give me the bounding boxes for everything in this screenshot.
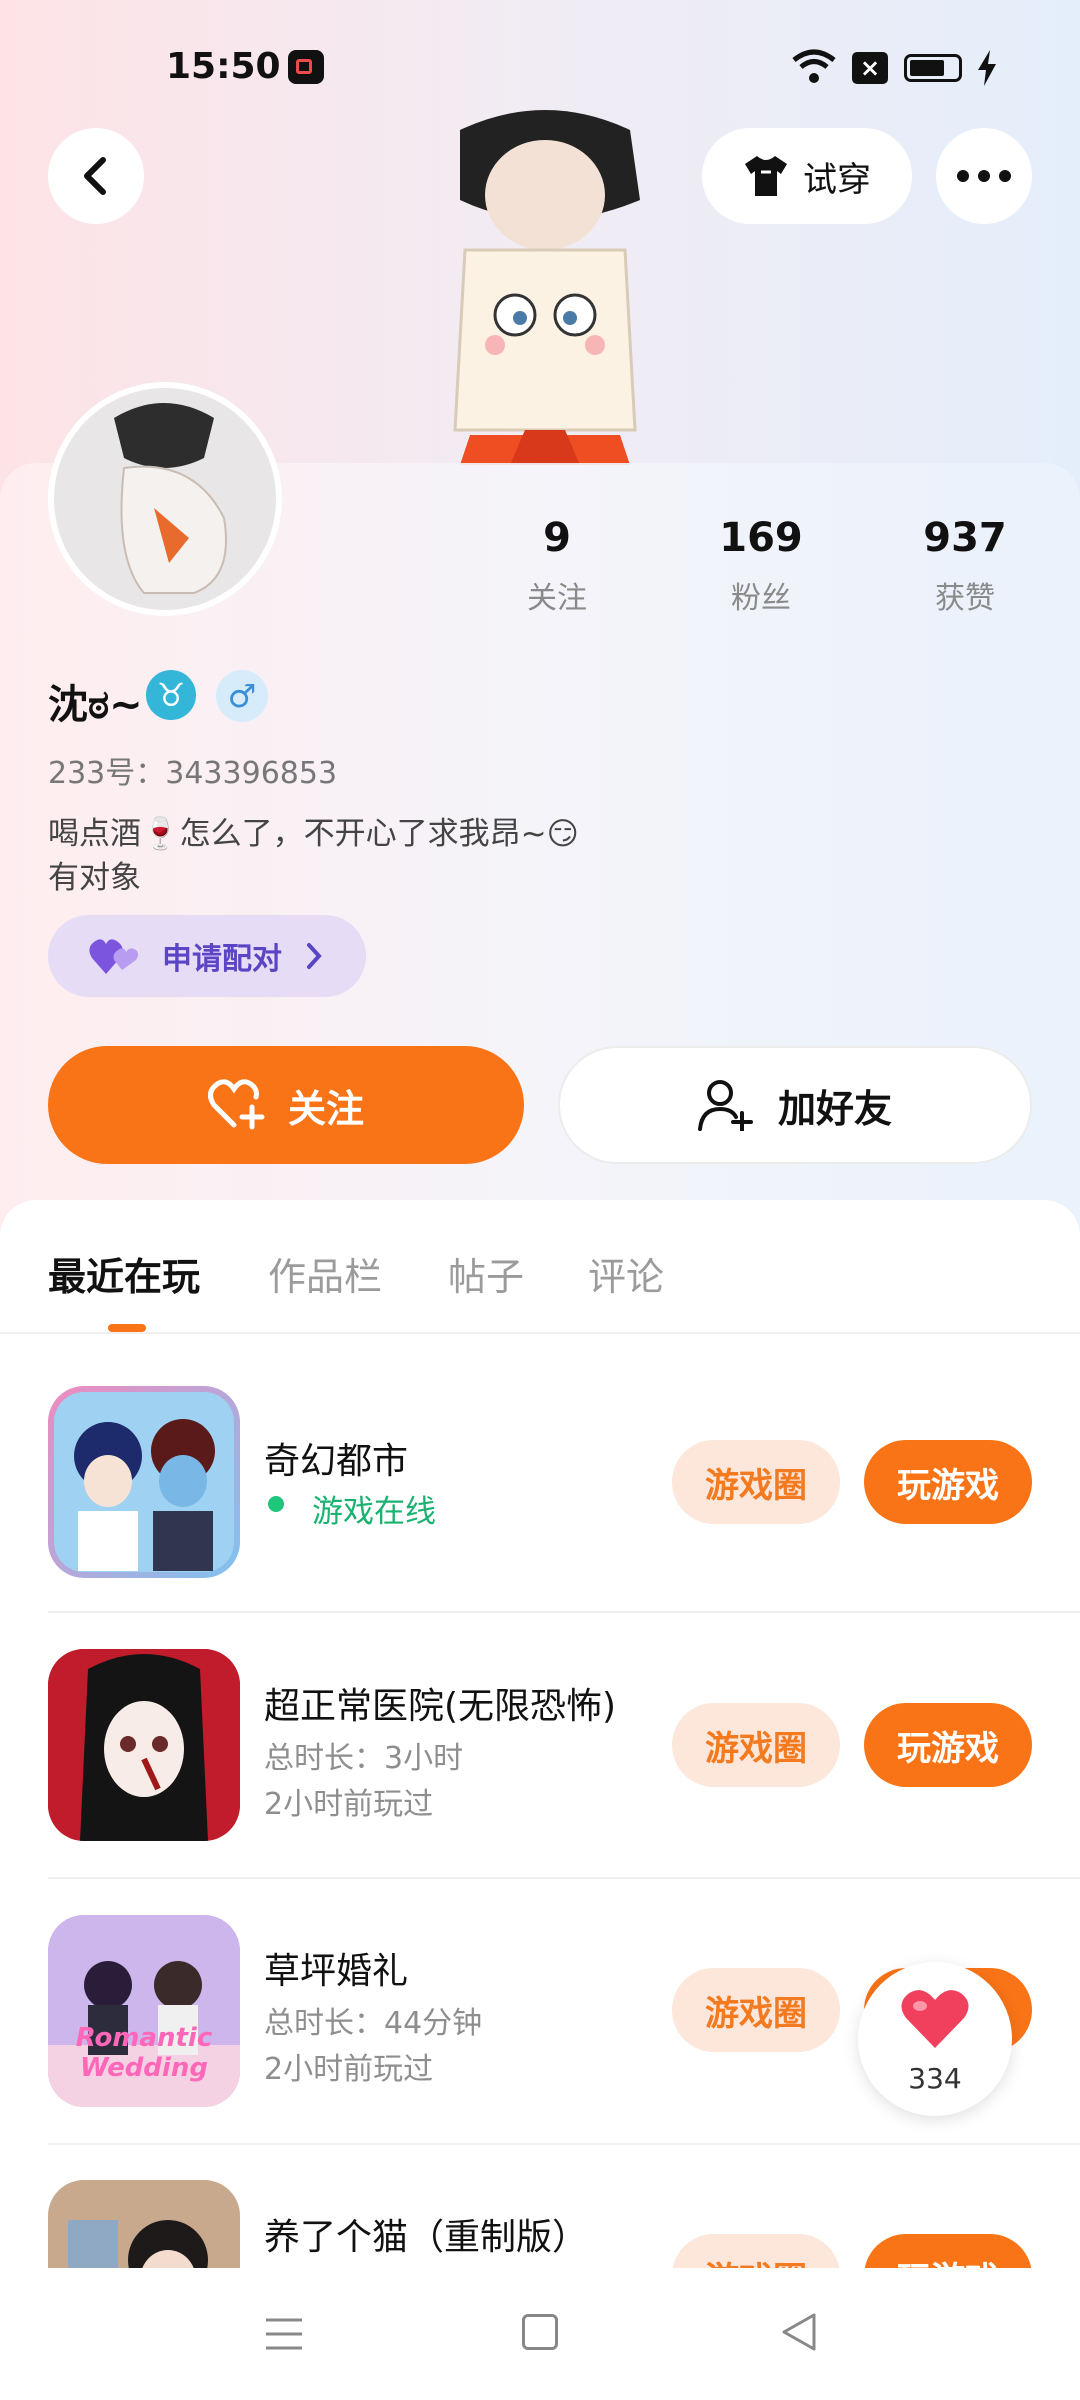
tab-works[interactable]: 作品栏 [268, 1246, 382, 1301]
more-button[interactable] [936, 128, 1032, 224]
tabs-divider [0, 1332, 1080, 1334]
game-circle-button[interactable]: 游戏圈 [672, 1968, 840, 2052]
game-icon-lawn-wedding: Romantic Wedding [48, 1915, 240, 2107]
row-divider [48, 2143, 1080, 2145]
add-friend-button[interactable]: 加好友 [558, 1046, 1032, 1164]
like-count: 334 [908, 2062, 962, 2095]
heart-plus-icon [207, 1079, 265, 1130]
game-icon-cat [48, 2180, 240, 2268]
tab-recently-played[interactable]: 最近在玩 [48, 1246, 200, 1301]
chevron-left-icon [84, 157, 106, 195]
avatar[interactable] [48, 382, 282, 616]
game-circle-button[interactable]: 游戏圈 [672, 1440, 840, 1524]
play-game-button[interactable]: 玩游戏 [864, 2234, 1032, 2268]
row-divider [48, 1877, 1080, 1879]
apply-pair-button[interactable]: 申请配对 [48, 915, 366, 997]
heart-icon [901, 1990, 969, 2048]
zodiac-badge: ♉ [146, 670, 196, 720]
more-dots-icon [957, 170, 1011, 182]
row-divider [48, 1611, 1080, 1613]
stat-fans-value: 169 [719, 515, 803, 561]
no-sim-icon: × [852, 52, 888, 84]
game-circle-button[interactable]: 游戏圈 [672, 1703, 840, 1787]
stat-likes[interactable]: 937 获赞 [905, 515, 1025, 617]
status-time: 15:50 [166, 46, 281, 87]
charging-icon [976, 50, 998, 90]
play-game-button[interactable]: 玩游戏 [864, 1440, 1032, 1524]
list-item[interactable]: 养了个猫（重制版） 游戏圈 玩游戏 [0, 2146, 1080, 2268]
floating-like-button[interactable]: 334 [858, 1962, 1012, 2116]
stat-fans[interactable]: 169 粉丝 [701, 515, 821, 617]
online-dot [268, 1496, 284, 1512]
play-game-button[interactable]: 玩游戏 [864, 1703, 1032, 1787]
add-user-icon [697, 1080, 753, 1131]
list-item[interactable]: 奇幻都市 游戏在线 游戏圈 玩游戏 [0, 1350, 1080, 1616]
list-item[interactable]: 超正常医院(无限恐怖) 总时长：3小时 2小时前玩过 游戏圈 玩游戏 [0, 1615, 1080, 1881]
tshirt-icon [745, 156, 787, 196]
stat-likes-label: 获赞 [935, 581, 995, 616]
wifi-icon [790, 48, 838, 88]
game-title: 养了个猫（重制版） [264, 2217, 589, 2258]
battery-icon [904, 54, 962, 82]
try-on-button[interactable]: 试穿 [702, 128, 912, 224]
stat-fans-label: 粉丝 [731, 581, 791, 616]
profile-name: 沈ಠ~ [48, 682, 143, 728]
game-last-played: 2小时前玩过 [264, 2052, 434, 2087]
apply-pair-label: 申请配对 [162, 942, 282, 977]
game-icon-text: Romantic Wedding [75, 2023, 213, 2083]
game-duration: 总时长：3小时 [264, 1741, 464, 1776]
stat-following-value: 9 [543, 515, 571, 561]
game-last-played: 2小时前玩过 [264, 1787, 434, 1822]
tab-active-indicator [108, 1324, 146, 1332]
double-heart-icon [89, 939, 138, 974]
back-nav-icon[interactable] [780, 2312, 818, 2356]
game-circle-button[interactable]: 游戏圈 [672, 2234, 840, 2268]
follow-label: 关注 [287, 1086, 364, 1131]
profile-bio-line2: 有对象 [48, 860, 141, 896]
menu-nav-icon[interactable] [264, 2316, 304, 2356]
game-title: 超正常医院(无限恐怖) [264, 1686, 617, 1727]
game-icon-fantasy-city [48, 1386, 240, 1578]
stat-likes-value: 937 [923, 515, 1007, 561]
game-title: 奇幻都市 [264, 1441, 409, 1482]
game-icon-hospital [48, 1649, 240, 1841]
try-on-label: 试穿 [803, 159, 871, 200]
home-nav-icon[interactable] [522, 2314, 558, 2350]
game-status: 游戏在线 [312, 1494, 436, 1530]
tab-posts[interactable]: 帖子 [448, 1246, 524, 1301]
gender-badge: ♂ [216, 670, 268, 722]
game-duration: 总时长：44分钟 [264, 2006, 483, 2041]
chevron-right-icon [307, 943, 322, 969]
stat-following[interactable]: 9 关注 [497, 515, 617, 617]
profile-id: 233号：343396853 [48, 756, 338, 791]
tab-comments[interactable]: 评论 [588, 1246, 664, 1301]
follow-button[interactable]: 关注 [48, 1046, 524, 1164]
profile-bio-line1: 喝点酒🍷怎么了，不开心了求我昂~😏 [48, 816, 579, 852]
add-friend-label: 加好友 [777, 1086, 892, 1131]
character-illustration [430, 100, 660, 465]
stat-following-label: 关注 [527, 581, 587, 616]
game-title: 草坪婚礼 [264, 1951, 409, 1992]
screen-record-icon [288, 50, 324, 84]
back-button[interactable] [48, 128, 144, 224]
